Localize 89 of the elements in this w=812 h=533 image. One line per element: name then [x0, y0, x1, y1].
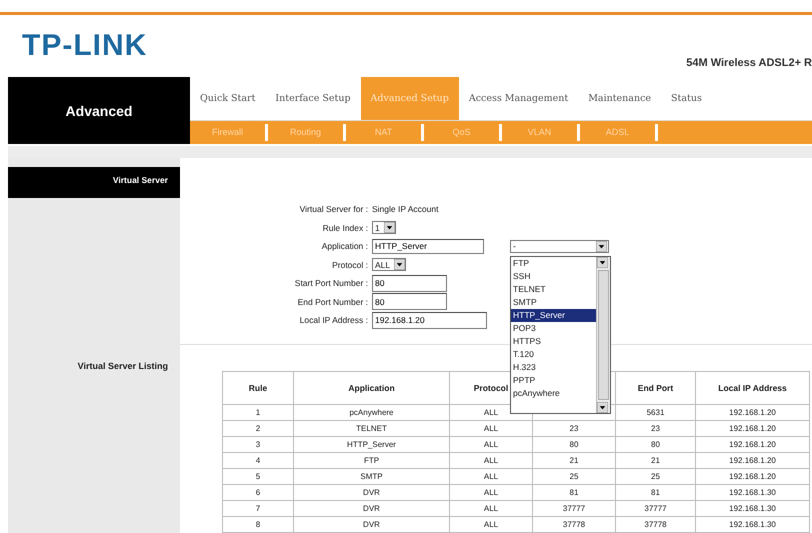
table-cell: 5	[256, 472, 260, 480]
table-cell: ALL	[484, 504, 498, 512]
dropdown-arrow-icon[interactable]	[596, 240, 607, 252]
table-cell: 192.168.1.20	[729, 456, 776, 464]
dropdown-option[interactable]: FTP	[511, 256, 596, 270]
table-cell: pcAnywhere	[349, 408, 394, 416]
table-cell: 1	[256, 408, 260, 416]
dropdown-arrow-icon[interactable]	[597, 402, 608, 413]
column-header: Application	[348, 382, 395, 392]
dropdown-arrow-icon[interactable]	[597, 256, 608, 268]
table-cell: 37778	[562, 520, 586, 528]
table-cell: 7	[256, 504, 260, 512]
table-cell: DVR	[363, 520, 380, 528]
rule-index-select[interactable]: 1	[372, 221, 396, 234]
field-value: Single IP Account	[372, 204, 438, 214]
dropdown-arrow-icon[interactable]	[384, 222, 395, 234]
dropdown-option[interactable]: pcAnywhere	[511, 386, 596, 400]
table-cell: 192.168.1.20	[729, 424, 776, 432]
table-cell: 8	[256, 520, 260, 528]
table-cell: ALL	[484, 520, 498, 528]
table-cell: 37777	[644, 504, 667, 512]
model-name: 54M Wireless ADSL2+ R	[686, 57, 812, 71]
column-header: Rule	[248, 382, 268, 392]
table-cell: FTP	[364, 456, 380, 464]
field-label: Rule Index :	[322, 222, 369, 233]
scrollbar[interactable]	[596, 256, 610, 413]
dropdown-arrow-icon[interactable]	[394, 259, 406, 270]
table-cell: 80	[570, 440, 578, 448]
dropdown-option[interactable]: SMTP	[511, 296, 596, 309]
sidebar-title: Virtual Server	[8, 167, 180, 198]
table-cell: 25	[651, 472, 660, 480]
dropdown-option[interactable]: POP3	[511, 322, 596, 335]
table-cell: 81	[570, 488, 578, 496]
table-cell: 6	[256, 488, 260, 496]
table-cell: ALL	[484, 472, 498, 480]
protocol-select[interactable]: ALL	[372, 258, 406, 272]
sidebar-label: Virtual Server Listing	[76, 361, 169, 371]
dropdown-option[interactable]: H.323	[511, 360, 596, 374]
table-cell: DVR	[363, 504, 380, 512]
table-cell: 192.168.1.30	[729, 520, 776, 528]
column-header: End Port	[638, 382, 674, 392]
table-cell: 192.168.1.30	[729, 488, 776, 496]
dropdown-option[interactable]: PPTP	[511, 374, 596, 387]
table-cell: DVR	[363, 488, 380, 496]
dropdown-option[interactable]: HTTPS	[511, 334, 596, 348]
table-cell: SMTP	[360, 472, 383, 480]
table-cell: 192.168.1.20	[729, 440, 776, 448]
dropdown-option[interactable]: HTTP_Server	[511, 308, 596, 322]
table-cell: ALL	[484, 488, 498, 496]
table-cell: 192.168.1.20	[729, 408, 776, 416]
table-cell: ALL	[484, 424, 498, 432]
field-label: Application :	[320, 241, 369, 252]
field-label: Start Port Number :	[294, 278, 369, 288]
table-cell: 23	[651, 424, 660, 432]
end-port-field[interactable]: 80	[372, 293, 447, 310]
section-title: Advanced	[8, 77, 190, 144]
table-cell: 21	[651, 456, 660, 464]
table-cell: 5631	[646, 408, 664, 416]
field-label: Protocol :	[331, 260, 369, 270]
table-cell: ALL	[484, 408, 498, 416]
field-label: End Port Number :	[296, 296, 369, 307]
table-cell: 192.168.1.30	[729, 504, 776, 512]
table-cell: ALL	[484, 440, 498, 448]
table-cell: 4	[256, 456, 260, 464]
table-cell: HTTP_Server	[347, 440, 396, 448]
local-ip-field[interactable]: 192.168.1.20	[372, 312, 487, 329]
table-cell: 25	[570, 472, 578, 480]
start-port-field[interactable]: 80	[372, 274, 447, 292]
table-cell: ALL	[484, 456, 498, 464]
table-cell: 37777	[562, 504, 586, 512]
table-cell: 23	[570, 424, 578, 432]
table-cell: TELNET	[356, 424, 387, 432]
table-cell: 21	[570, 456, 578, 464]
table-cell: 80	[651, 440, 660, 448]
column-header: Local IP Address	[718, 382, 787, 392]
application-select[interactable]: -	[510, 240, 609, 253]
field-label: Local IP Address :	[298, 315, 369, 326]
dropdown-option[interactable]: SSH	[511, 270, 596, 283]
column-header: Protocol	[474, 382, 508, 392]
application-field[interactable]: HTTP_Server	[372, 238, 484, 254]
dropdown-option[interactable]: T.120	[511, 348, 596, 361]
table-cell: 3	[256, 440, 260, 448]
table-cell: 2	[256, 424, 260, 432]
field-label: Virtual Server for :	[298, 204, 369, 214]
logo: TP-LINK	[22, 29, 148, 63]
dropdown-option[interactable]: TELNET	[511, 282, 596, 296]
table-cell: 192.168.1.20	[729, 472, 776, 480]
table-cell: 37778	[644, 520, 667, 528]
table-cell: 81	[651, 488, 660, 496]
